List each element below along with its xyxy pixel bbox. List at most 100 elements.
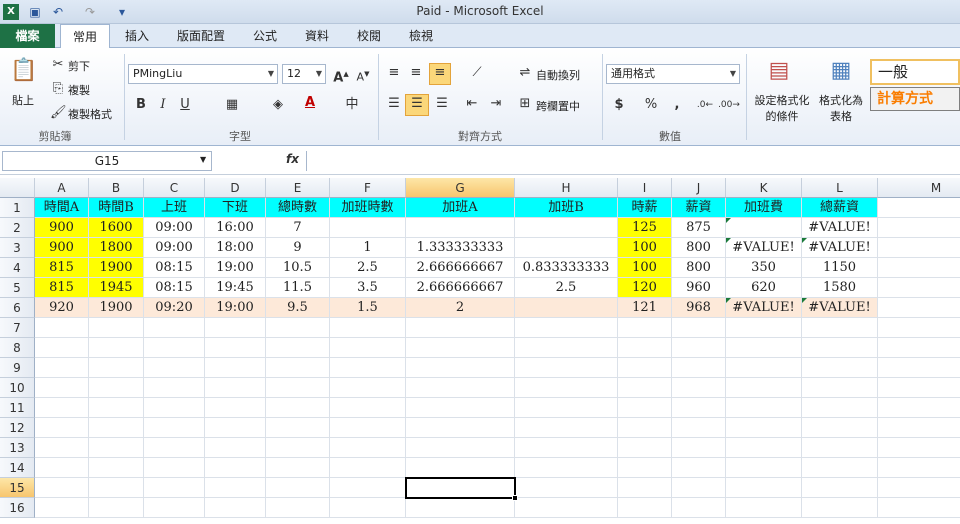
- row-header-1[interactable]: 1: [0, 198, 35, 218]
- cell-a13[interactable]: [35, 438, 89, 458]
- cell-i4[interactable]: 100: [618, 258, 672, 278]
- underline-icon[interactable]: U: [176, 96, 194, 114]
- increase-indent-icon[interactable]: ⇥: [486, 95, 506, 113]
- row-header-6[interactable]: 6: [0, 298, 35, 318]
- cell-e2[interactable]: 7: [266, 218, 330, 238]
- cell-j6[interactable]: 968: [672, 298, 726, 318]
- cell-l13[interactable]: [802, 438, 878, 458]
- align-left-icon[interactable]: ☰: [384, 95, 404, 113]
- cell-h9[interactable]: [515, 358, 618, 378]
- cell-i13[interactable]: [618, 438, 672, 458]
- cell-e11[interactable]: [266, 398, 330, 418]
- cell-b13[interactable]: [89, 438, 144, 458]
- cell-l2[interactable]: #VALUE!: [802, 218, 878, 238]
- cell-h13[interactable]: [515, 438, 618, 458]
- row-header-10[interactable]: 10: [0, 378, 35, 398]
- cell-d16[interactable]: [205, 498, 266, 518]
- cell-k9[interactable]: [726, 358, 802, 378]
- cell-c4[interactable]: 08:15: [144, 258, 205, 278]
- cell-k3[interactable]: #VALUE!: [726, 238, 802, 258]
- cell-e10[interactable]: [266, 378, 330, 398]
- column-header-m[interactable]: M: [878, 178, 960, 198]
- cell-h5[interactable]: 2.5: [515, 278, 618, 298]
- cell-m12[interactable]: [878, 418, 960, 438]
- cell-k15[interactable]: [726, 478, 802, 498]
- align-top-icon[interactable]: ≡: [384, 64, 404, 82]
- cell-g4[interactable]: 2.666666667: [406, 258, 515, 278]
- error-indicator-icon[interactable]: [726, 298, 731, 303]
- cell-c9[interactable]: [144, 358, 205, 378]
- cell-d3[interactable]: 18:00: [205, 238, 266, 258]
- cell-l11[interactable]: [802, 398, 878, 418]
- cell-m5[interactable]: [878, 278, 960, 298]
- cell-j7[interactable]: [672, 318, 726, 338]
- format-as-table-button[interactable]: 格式化為 表格: [816, 92, 866, 124]
- paste-icon[interactable]: 📋: [10, 56, 37, 86]
- insert-function-icon[interactable]: fx: [286, 152, 299, 166]
- cell-a16[interactable]: [35, 498, 89, 518]
- cell-b6[interactable]: 1900: [89, 298, 144, 318]
- cell-e5[interactable]: 11.5: [266, 278, 330, 298]
- cell-j5[interactable]: 960: [672, 278, 726, 298]
- column-header-k[interactable]: K: [726, 178, 802, 198]
- cell-h10[interactable]: [515, 378, 618, 398]
- column-header-a[interactable]: A: [35, 178, 89, 198]
- cell-i6[interactable]: 121: [618, 298, 672, 318]
- cell-h14[interactable]: [515, 458, 618, 478]
- column-header-e[interactable]: E: [266, 178, 330, 198]
- cell-i1[interactable]: 時薪: [618, 198, 672, 218]
- cell-i14[interactable]: [618, 458, 672, 478]
- cell-a10[interactable]: [35, 378, 89, 398]
- cell-g3[interactable]: 1.333333333: [406, 238, 515, 258]
- cell-m1[interactable]: [878, 198, 960, 218]
- cell-c10[interactable]: [144, 378, 205, 398]
- cell-m16[interactable]: [878, 498, 960, 518]
- cell-i8[interactable]: [618, 338, 672, 358]
- worksheet-grid[interactable]: A B C D E F G H I J K L M 1 2 3 4 5 6 7 8 9 10 11 12 13 14 15 16 時間A 時…: [0, 178, 960, 524]
- cell-k1[interactable]: 加班費: [726, 198, 802, 218]
- cell-k8[interactable]: [726, 338, 802, 358]
- fill-color-icon[interactable]: ◈: [266, 96, 290, 114]
- row-header-14[interactable]: 14: [0, 458, 35, 478]
- percent-icon[interactable]: %: [642, 96, 660, 114]
- column-header-j[interactable]: J: [672, 178, 726, 198]
- cell-j15[interactable]: [672, 478, 726, 498]
- cell-h15[interactable]: [515, 478, 618, 498]
- cell-j8[interactable]: [672, 338, 726, 358]
- cell-j1[interactable]: 薪資: [672, 198, 726, 218]
- cell-c8[interactable]: [144, 338, 205, 358]
- cell-h6[interactable]: [515, 298, 618, 318]
- merge-center-button[interactable]: 跨欄置中: [536, 98, 580, 114]
- cell-m3[interactable]: [878, 238, 960, 258]
- align-bottom-icon[interactable]: ≡: [429, 63, 451, 85]
- cell-l7[interactable]: [802, 318, 878, 338]
- error-indicator-icon[interactable]: [726, 238, 731, 243]
- cell-e8[interactable]: [266, 338, 330, 358]
- cell-l3[interactable]: #VALUE!: [802, 238, 878, 258]
- cell-b4[interactable]: 1900: [89, 258, 144, 278]
- wrap-text-button[interactable]: 自動換列: [536, 67, 580, 83]
- cell-m8[interactable]: [878, 338, 960, 358]
- cell-i16[interactable]: [618, 498, 672, 518]
- cell-c12[interactable]: [144, 418, 205, 438]
- cell-b9[interactable]: [89, 358, 144, 378]
- cell-e1[interactable]: 總時數: [266, 198, 330, 218]
- cell-j14[interactable]: [672, 458, 726, 478]
- cell-j16[interactable]: [672, 498, 726, 518]
- column-header-g[interactable]: G: [406, 178, 515, 198]
- cell-f16[interactable]: [330, 498, 406, 518]
- cell-b5[interactable]: 1945: [89, 278, 144, 298]
- cell-c16[interactable]: [144, 498, 205, 518]
- row-header-7[interactable]: 7: [0, 318, 35, 338]
- tab-review[interactable]: 校閱: [346, 24, 392, 48]
- cell-d15[interactable]: [205, 478, 266, 498]
- tab-home[interactable]: 常用: [60, 24, 110, 49]
- cell-j9[interactable]: [672, 358, 726, 378]
- column-header-b[interactable]: B: [89, 178, 144, 198]
- cell-k6[interactable]: #VALUE!: [726, 298, 802, 318]
- cell-l6[interactable]: #VALUE!: [802, 298, 878, 318]
- cell-g1[interactable]: 加班A: [406, 198, 515, 218]
- cell-m10[interactable]: [878, 378, 960, 398]
- row-header-8[interactable]: 8: [0, 338, 35, 358]
- cell-h3[interactable]: [515, 238, 618, 258]
